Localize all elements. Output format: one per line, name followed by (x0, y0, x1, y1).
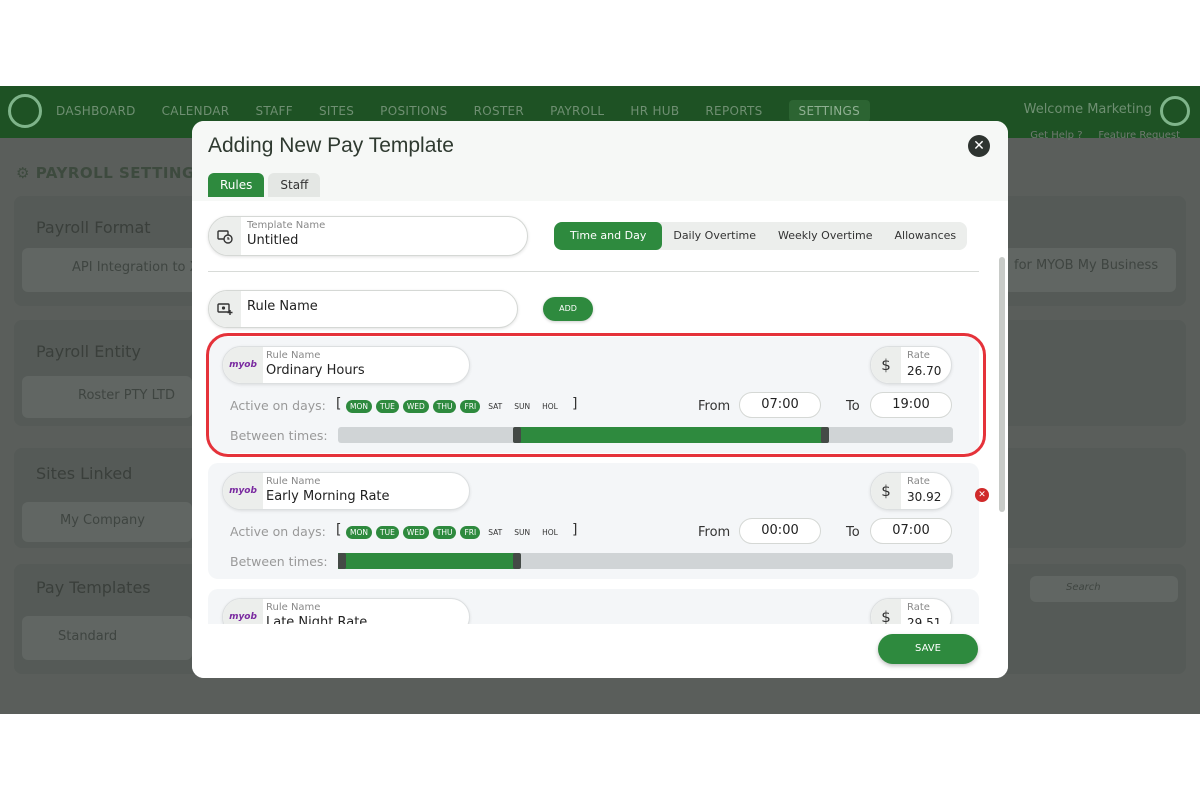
slider-handle-start[interactable] (338, 553, 346, 569)
nav-positions[interactable]: POSITIONS (380, 104, 447, 122)
between-times-label: Between times: (230, 554, 328, 569)
slider-handle-end[interactable] (513, 553, 522, 569)
payroll-format-title: Payroll Format (36, 218, 151, 237)
nav-staff[interactable]: STAFF (255, 104, 293, 122)
divider (208, 271, 979, 272)
modal-footer: SAVE (192, 624, 1008, 678)
from-label: From (698, 525, 731, 540)
day-mon[interactable]: MON (346, 526, 372, 539)
day-sun[interactable]: SUN (510, 526, 534, 539)
template-name-value[interactable]: Untitled (247, 233, 298, 248)
segment-weekly-overtime[interactable]: Weekly Overtime (767, 222, 884, 250)
rule-name-value[interactable]: Early Morning Rate (266, 489, 390, 504)
rate-field[interactable]: $ Rate 30.92 (870, 472, 952, 510)
rate-value[interactable]: 29.51 (907, 616, 941, 624)
day-thu[interactable]: THU (432, 526, 457, 539)
rule-name-field[interactable]: myob Rule Name Early Morning Rate (222, 472, 470, 510)
payroll-entity-title: Payroll Entity (36, 342, 141, 361)
myob-logo: myob (223, 599, 263, 624)
nav-sites[interactable]: SITES (319, 104, 354, 122)
tab-rules[interactable]: Rules (208, 173, 265, 197)
save-button[interactable]: SAVE (878, 634, 978, 664)
day-selector: MON TUE WED THU FRI SAT SUN HOL (346, 526, 562, 539)
nav-payroll[interactable]: PAYROLL (550, 104, 604, 122)
nav-calendar[interactable]: CALENDAR (162, 104, 230, 122)
tab-staff[interactable]: Staff (268, 173, 321, 197)
rule-card-early-morning: myob Rule Name Early Morning Rate $ Rate… (208, 463, 989, 579)
page-title: ⚙ PAYROLL SETTINGS (16, 164, 207, 182)
gear-icon: ⚙ (16, 164, 30, 182)
nav-hr-hub[interactable]: HR HUB (630, 104, 679, 122)
get-help-link[interactable]: Get Help (1030, 130, 1074, 141)
myob-business-field: for MYOB My Business (1004, 248, 1176, 292)
highlight-outline (206, 333, 986, 457)
rate-value[interactable]: 30.92 (907, 490, 941, 504)
day-tue[interactable]: TUE (376, 526, 399, 539)
template-clock-icon (209, 217, 241, 255)
nav-reports[interactable]: REPORTS (705, 104, 762, 122)
day-hol[interactable]: HOL (538, 526, 562, 539)
to-time-input[interactable]: 07:00 (870, 518, 952, 544)
dollar-icon: $ (871, 599, 901, 624)
from-time-input[interactable]: 00:00 (739, 518, 821, 544)
myob-logo: myob (223, 473, 263, 509)
api-integration-field: API Integration to X (22, 248, 212, 292)
to-label: To (846, 525, 860, 540)
modal-tabs: Rules Staff (208, 173, 321, 197)
pay-templates-title: Pay Templates (36, 578, 151, 597)
add-money-icon (209, 291, 241, 327)
nav-dashboard[interactable]: DASHBOARD (56, 104, 136, 122)
entity-field: Roster PTY LTD (22, 376, 192, 418)
segment-allowances[interactable]: Allowances (884, 222, 968, 250)
welcome-text: Welcome Marketing (1023, 102, 1152, 117)
rate-field[interactable]: $ Rate 29.51 (870, 598, 952, 624)
day-sat[interactable]: SAT (484, 526, 506, 539)
feature-request-link[interactable]: Feature Request (1098, 130, 1180, 141)
rule-card-late-night: myob Rule Name Late Night Rate $ Rate 29… (208, 589, 979, 624)
delete-rule-icon[interactable]: ✕ (975, 488, 989, 502)
site-field: My Company (22, 502, 192, 542)
time-range-slider[interactable] (338, 553, 953, 569)
nav-roster[interactable]: ROSTER (474, 104, 524, 122)
day-wed[interactable]: WED (402, 526, 429, 539)
segment-time-and-day[interactable]: Time and Day (554, 222, 663, 250)
segment-daily-overtime[interactable]: Daily Overtime (662, 222, 767, 250)
nav-settings[interactable]: SETTINGS (788, 100, 871, 122)
rule-name-placeholder: Rule Name (247, 299, 318, 314)
help-links: Get Help ? Feature Request (1030, 130, 1180, 141)
day-fri[interactable]: FRI (460, 526, 481, 539)
template-field: Standard (22, 616, 192, 660)
bracket-open: [ (336, 522, 342, 538)
modal-header: Adding New Pay Template ✕ Rules Staff (192, 121, 1008, 201)
avatar[interactable] (1160, 96, 1190, 126)
new-rule-name-field[interactable]: Rule Name (208, 290, 518, 328)
nav-menu: DASHBOARD CALENDAR STAFF SITES POSITIONS… (56, 100, 896, 122)
rule-name-value[interactable]: Late Night Rate (266, 615, 367, 624)
dollar-icon: $ (871, 473, 901, 509)
active-days-label: Active on days: (230, 524, 326, 539)
sites-linked-title: Sites Linked (36, 464, 133, 483)
rule-name-field[interactable]: myob Rule Name Late Night Rate (222, 598, 470, 624)
logo-icon (8, 94, 42, 128)
search-field: Search (1030, 576, 1178, 602)
time-range-fill (338, 553, 518, 569)
close-icon[interactable]: ✕ (968, 135, 990, 157)
modal-title: Adding New Pay Template (208, 134, 454, 157)
bracket-close: ] (572, 522, 578, 538)
add-rule-button[interactable]: ADD (543, 297, 593, 321)
template-name-label: Template Name (247, 220, 326, 231)
rule-type-segments: Time and Day Daily Overtime Weekly Overt… (554, 222, 968, 250)
scrollbar[interactable] (999, 257, 1005, 512)
template-name-field[interactable]: Template Name Untitled (208, 216, 528, 256)
